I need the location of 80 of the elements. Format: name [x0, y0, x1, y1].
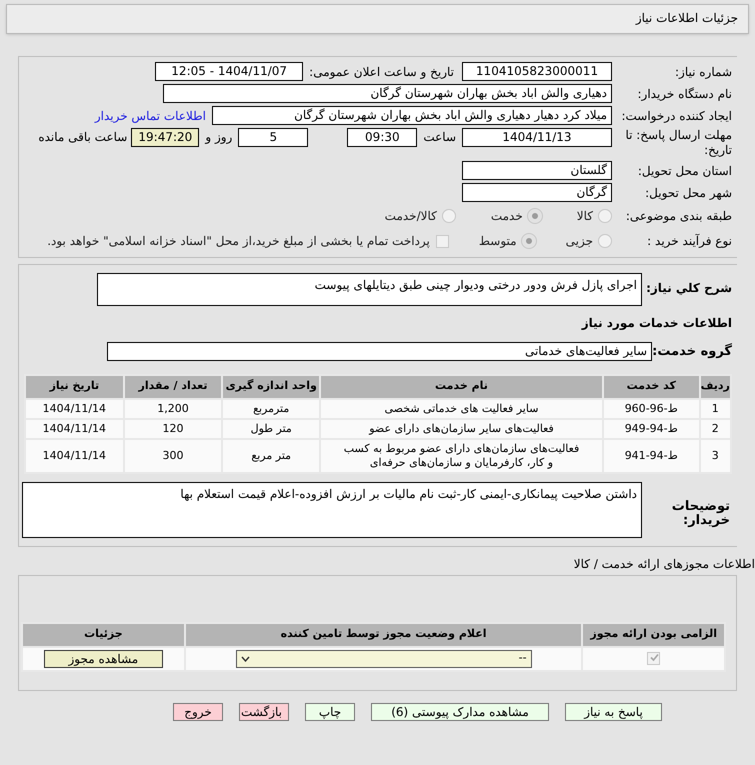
field-label: ساعت [423, 129, 456, 146]
text-field[interactable]: 09:30 [347, 128, 418, 147]
table-cell: 300 [124, 438, 222, 472]
table-cell: ط-94-941 [602, 438, 700, 472]
text-field[interactable]: 1404/11/07 - 12:05 [155, 62, 304, 81]
field-label: کالا/خدمت [384, 208, 437, 225]
field-label: توضیحات خریدار: [670, 500, 731, 528]
field-label: خدمت [490, 208, 523, 225]
table-cell: ط-96-960 [602, 398, 700, 418]
action-button[interactable]: پاسخ به نیاز [565, 702, 662, 720]
table-cell: مترمربع [222, 398, 320, 418]
text-field[interactable]: میلاد کرد دهیار دهیاری والش اباد بخش بهاران شهرستان گرگان [212, 106, 612, 125]
field-label: شماره نیاز: [674, 64, 732, 80]
contact-link[interactable]: اطلاعات تماس خریدار [94, 106, 206, 124]
radio-button[interactable] [598, 234, 612, 248]
table-cell: 2 [700, 418, 731, 438]
column-header: الزامی بودن ارائه مجوز [582, 622, 725, 646]
summary-textarea[interactable]: اجرای پازل فرش ودور درختی ودیوار چینی طبق دیتایلهای پیوست [97, 273, 642, 306]
column-header: تاریخ نیاز [25, 374, 124, 398]
field-label: نوع فرآیند خرید : [646, 233, 732, 250]
field-label: متوسط [478, 233, 517, 250]
text-field[interactable]: گرگان [462, 183, 612, 202]
radio-button[interactable] [442, 209, 456, 223]
column-header: جزئیات [22, 622, 185, 646]
action-button[interactable]: خروج [173, 702, 223, 720]
table-cell: 1,200 [124, 398, 222, 418]
action-button[interactable]: مشاهده مدارک پیوستی (6) [371, 702, 549, 720]
chevron-down-icon [240, 656, 250, 662]
action-button[interactable]: بازگشت [239, 702, 289, 720]
radio-button[interactable] [522, 234, 536, 248]
field-label: نام دستگاه خریدار: [636, 86, 732, 102]
table-cell: 1 [700, 398, 731, 418]
text-field[interactable]: 5 [238, 128, 308, 147]
column-header: تعداد / مقدار [124, 374, 222, 398]
radio-button[interactable] [528, 209, 542, 223]
countdown-timer: 19:47:20 [131, 128, 200, 147]
column-header: اعلام وضعیت مجوز توسط تامین کننده [184, 622, 582, 646]
field-label: ایجاد کننده درخواست: [620, 108, 732, 124]
radio-button[interactable] [598, 209, 612, 223]
column-header: ردیف [700, 374, 731, 398]
table-cell: فعالیت‌های سایر سازمان‌های دارای عضو [320, 418, 603, 438]
column-header: کد خدمت [602, 374, 700, 398]
table-cell: سایر فعالیت های خدماتی شخصی [320, 398, 603, 418]
field-label: شرح کلي نياز: [645, 280, 732, 297]
field-label: ساعت باقی مانده [38, 129, 128, 146]
table-cell: 1404/11/14 [25, 418, 124, 438]
payment-note: پرداخت تمام یا بخشی از مبلغ خرید،از محل "اسناد خزانه اسلامی" خواهد بود. [47, 233, 430, 250]
page-title: جزئیات اطلاعات نیاز [636, 10, 738, 27]
column-header: نام خدمت [320, 374, 603, 398]
status-dropdown[interactable]: -- [236, 650, 532, 668]
table-cell: 1404/11/14 [25, 438, 124, 472]
text-field[interactable]: گلستان [462, 161, 612, 180]
table-cell: 3 [700, 438, 731, 472]
field-label: تاریخ و ساعت اعلان عمومی: [309, 64, 454, 80]
view-license-button[interactable]: مشاهده مجوز [44, 650, 163, 668]
field-label: گروه خدمت: [652, 342, 732, 361]
field-label: شهر محل تحویل: [644, 184, 732, 202]
table-cell: متر طول [222, 418, 320, 438]
text-field[interactable]: دهیاری والش اباد بخش بهاران شهرستان گرگان [163, 84, 612, 103]
text-field[interactable]: 1404/11/13 [462, 128, 612, 147]
action-button[interactable]: چاپ [305, 702, 355, 720]
table-cell: ط-94-949 [602, 418, 700, 438]
section-heading: اطلاعات مجوزهای ارائه خدمت / کالا [574, 556, 755, 572]
field-label: جزیی [566, 233, 593, 250]
field-label: روز و [205, 129, 232, 146]
notes-textarea[interactable]: داشتن صلاحیت پیمانکاری-ایمنی کار-ثبت نام مالیات بر ارزش افزوده-اعلام قیمت استعلام بها [22, 482, 642, 538]
checkbox[interactable] [647, 652, 660, 665]
field-label: مهلت ارسال پاسخ: تا تاریخ: [624, 128, 732, 158]
section-heading: اطلاعات خدمات مورد نیاز [582, 315, 732, 332]
text-field[interactable]: سایر فعالیت‌های خدماتی [107, 342, 652, 362]
field-label: طبقه بندی موضوعی: [624, 208, 732, 225]
table-cell: فعالیت‌های سازمان‌های دارای عضو مربوط به کسب و کار، کارفرمایان و سازمان‌های حرفه‌ای [320, 438, 603, 472]
field-label: استان محل تحویل: [636, 162, 732, 180]
field-label: کالا [576, 208, 593, 225]
table-cell: 120 [124, 418, 222, 438]
checkbox[interactable] [436, 234, 449, 248]
column-header: واحد اندازه گیری [222, 374, 320, 398]
text-field[interactable]: 1104105823000011 [462, 62, 612, 81]
table-cell: متر مربع [222, 438, 320, 472]
table-cell: 1404/11/14 [25, 398, 124, 418]
